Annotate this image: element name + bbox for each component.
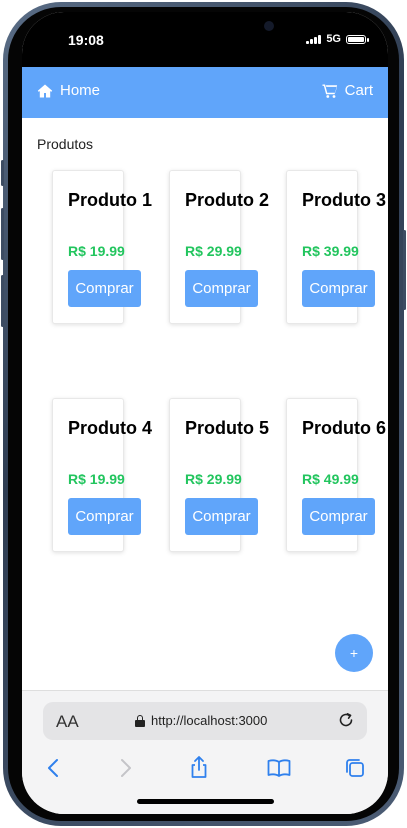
top-navbar: Home Cart	[22, 67, 388, 118]
phone-screen: 19:08 5G Home Cart Produtos Produto 1 R$…	[22, 12, 388, 814]
cart-icon	[322, 84, 337, 98]
power-button	[403, 230, 406, 310]
product-card: Produto 6 R$ 49.99 Comprar	[286, 398, 386, 552]
forward-icon	[121, 759, 131, 777]
url-text: http://localhost:3000	[151, 713, 268, 728]
lock-icon	[135, 714, 145, 727]
bookmarks-button[interactable]	[266, 755, 292, 781]
volume-up-button	[1, 208, 4, 260]
nav-cart-label: Cart	[344, 82, 373, 99]
buy-button[interactable]: Comprar	[302, 498, 375, 535]
page-title: Produtos	[37, 136, 94, 152]
product-card: Produto 1 R$ 19.99 Comprar	[52, 170, 152, 324]
product-name: Produto 6	[302, 418, 386, 438]
volume-down-button	[1, 275, 4, 327]
status-time: 19:08	[68, 32, 104, 48]
product-name: Produto 5	[185, 418, 269, 438]
url-display[interactable]: http://localhost:3000	[135, 713, 267, 728]
share-button[interactable]	[186, 755, 212, 781]
signal-icon	[306, 34, 322, 44]
address-bar[interactable]: AA http://localhost:3000	[43, 702, 367, 740]
battery-icon	[346, 34, 369, 44]
tabs-button[interactable]	[342, 755, 368, 781]
network-label: 5G	[326, 33, 341, 45]
product-price: R$ 19.99	[68, 243, 125, 259]
product-price: R$ 29.99	[185, 471, 242, 487]
reload-icon[interactable]	[337, 711, 355, 729]
home-icon	[37, 84, 53, 97]
buy-button[interactable]: Comprar	[68, 498, 141, 535]
browser-bottom-bar: AA http://localhost:3000	[22, 690, 388, 814]
text-size-button[interactable]: AA	[56, 712, 79, 732]
product-name: Produto 3	[302, 190, 386, 210]
product-name: Produto 1	[68, 190, 152, 210]
status-bar: 19:08 5G	[22, 12, 388, 67]
back-icon	[48, 759, 58, 777]
mute-switch	[1, 160, 4, 186]
product-price: R$ 19.99	[68, 471, 125, 487]
share-icon	[191, 756, 207, 778]
forward-button[interactable]	[112, 755, 138, 781]
buy-button[interactable]: Comprar	[302, 270, 375, 307]
bookmarks-icon	[267, 759, 291, 777]
buy-button[interactable]: Comprar	[68, 270, 141, 307]
status-indicators: 5G	[306, 33, 369, 45]
nav-home-label: Home	[60, 82, 101, 99]
product-price: R$ 39.99	[302, 243, 359, 259]
nav-cart-link[interactable]: Cart	[322, 82, 373, 99]
product-card: Produto 3 R$ 39.99 Comprar	[286, 170, 386, 324]
front-camera	[264, 21, 274, 31]
buy-button[interactable]: Comprar	[185, 498, 258, 535]
product-price: R$ 29.99	[185, 243, 242, 259]
product-card: Produto 4 R$ 19.99 Comprar	[52, 398, 152, 552]
product-name: Produto 2	[185, 190, 269, 210]
add-fab-button[interactable]: +	[335, 634, 373, 672]
home-indicator	[137, 799, 274, 804]
nav-home-link[interactable]: Home	[37, 82, 100, 99]
product-price: R$ 49.99	[302, 471, 359, 487]
dynamic-notch	[135, 12, 275, 42]
browser-toolbar	[22, 753, 388, 783]
product-name: Produto 4	[68, 418, 152, 438]
buy-button[interactable]: Comprar	[185, 270, 258, 307]
back-button[interactable]	[41, 755, 67, 781]
product-card: Produto 5 R$ 29.99 Comprar	[169, 398, 269, 552]
product-card: Produto 2 R$ 29.99 Comprar	[169, 170, 269, 324]
tabs-icon	[346, 759, 364, 777]
